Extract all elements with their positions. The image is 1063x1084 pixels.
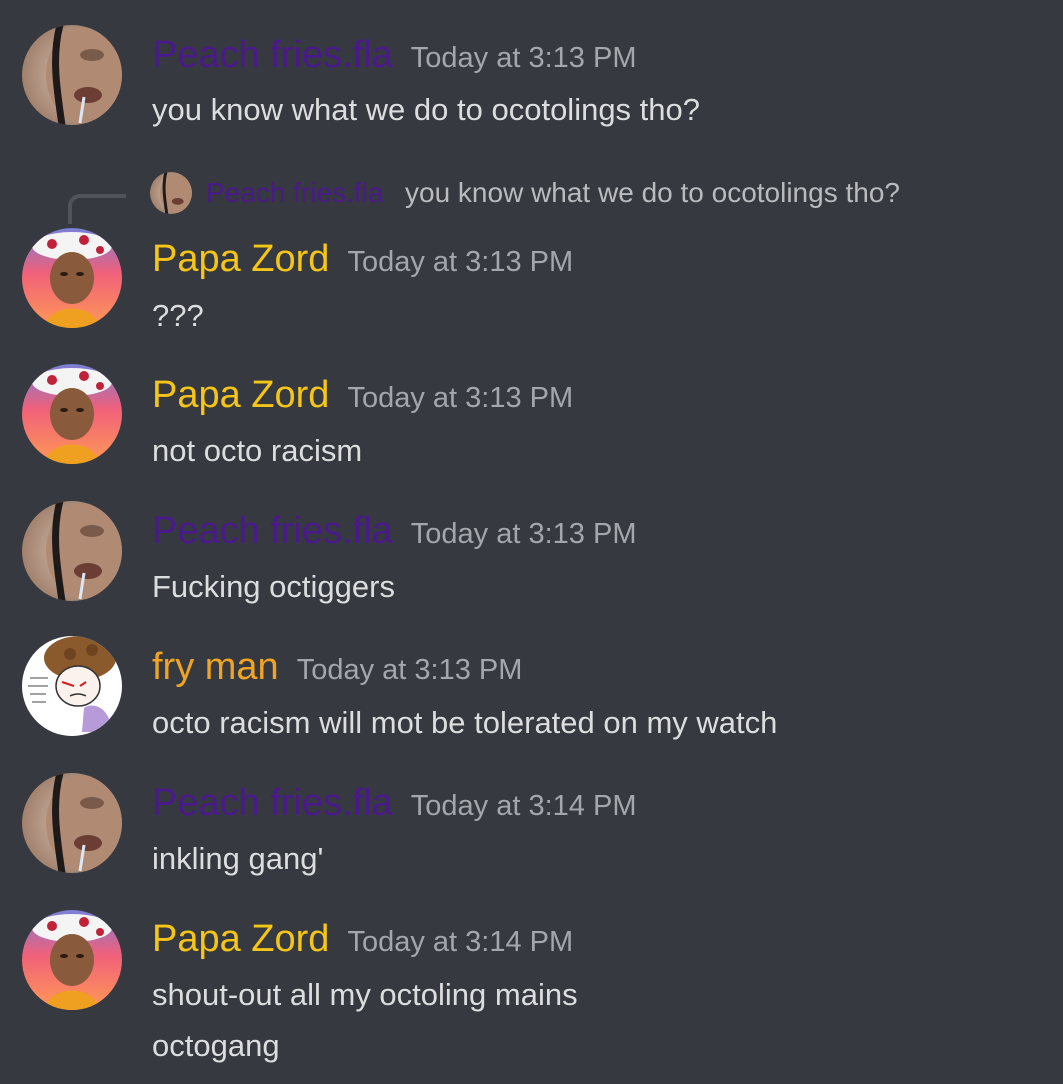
timestamp: Today at 3:13 PM — [296, 654, 523, 686]
username[interactable]: Peach fries.fla — [152, 780, 393, 826]
message-text: octogang — [152, 1028, 280, 1063]
message-text: you know what we do to ocotolings tho? — [152, 92, 701, 127]
timestamp: Today at 3:13 PM — [347, 382, 574, 414]
reply-text: you know what we do to ocotolings tho? — [405, 177, 900, 208]
username[interactable]: Papa Zord — [152, 372, 329, 418]
message-text: not octo racism — [152, 433, 363, 468]
reply-connector-line — [68, 194, 126, 224]
username[interactable]: fry man — [152, 644, 279, 690]
username[interactable]: Papa Zord — [152, 236, 329, 282]
peach-avatar[interactable] — [22, 501, 122, 601]
username[interactable]: Peach fries.fla — [152, 32, 393, 78]
timestamp: Today at 3:13 PM — [410, 42, 637, 74]
papa-zord-avatar[interactable] — [22, 910, 122, 1010]
message-text: inkling gang' — [152, 841, 324, 876]
papa-zord-avatar[interactable] — [22, 364, 122, 464]
username[interactable]: Papa Zord — [152, 916, 329, 962]
username[interactable]: Peach fries.fla — [152, 508, 393, 554]
message-text: Fucking octiggers — [152, 569, 395, 604]
timestamp: Today at 3:14 PM — [347, 926, 574, 958]
reply-preview[interactable]: Peach fries.fla you know what we do to o… — [0, 168, 1063, 224]
timestamp: Today at 3:13 PM — [410, 518, 637, 550]
peach-avatar[interactable] — [22, 773, 122, 873]
fry-man-avatar[interactable] — [22, 636, 122, 736]
timestamp: Today at 3:13 PM — [347, 246, 574, 278]
peach-avatar — [150, 172, 192, 214]
timestamp: Today at 3:14 PM — [410, 790, 637, 822]
peach-avatar[interactable] — [22, 25, 122, 125]
message-text: ??? — [152, 298, 204, 333]
message-text: shout-out all my octoling mains — [152, 977, 578, 1012]
reply-username[interactable]: Peach fries.fla — [206, 176, 383, 210]
papa-zord-avatar[interactable] — [22, 228, 122, 328]
message-text: octo racism will mot be tolerated on my … — [152, 705, 778, 740]
